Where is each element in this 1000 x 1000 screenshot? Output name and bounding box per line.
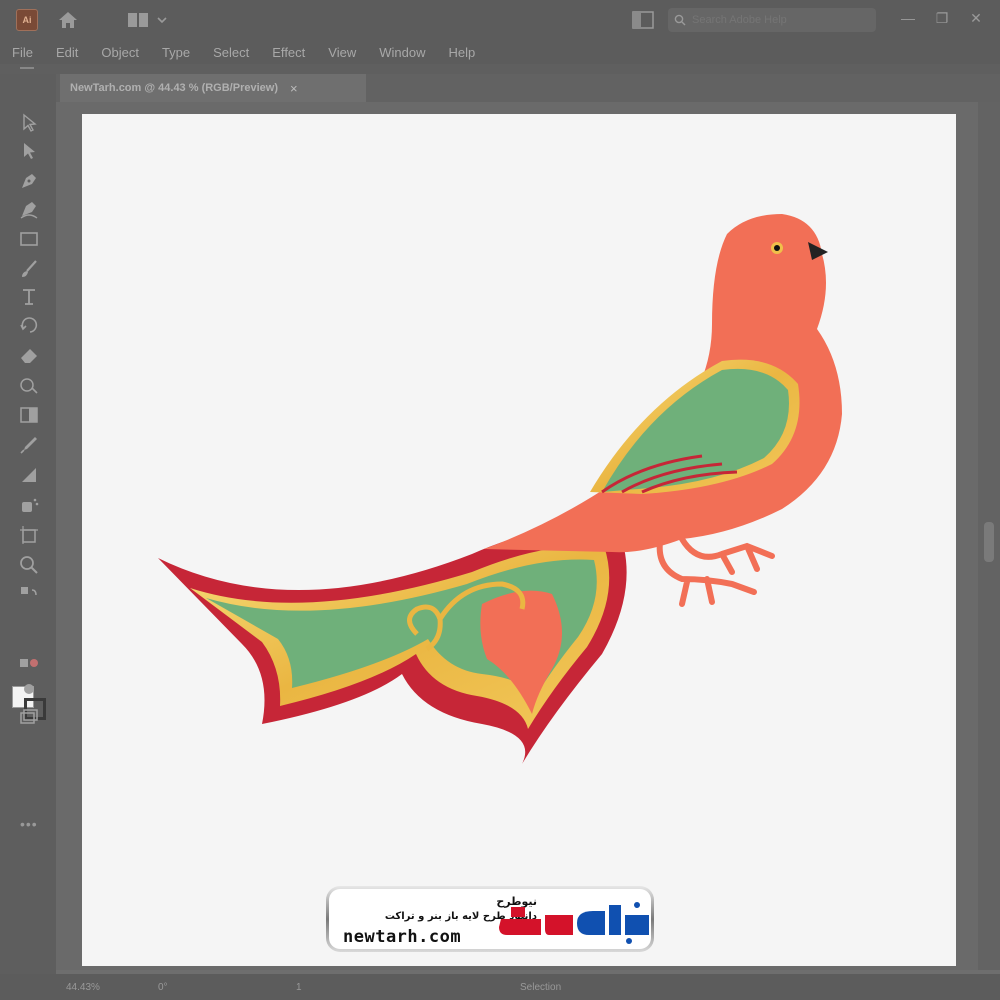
zoom-level[interactable]: 44.43% [66, 980, 100, 994]
chevron-down-icon[interactable] [156, 14, 168, 26]
newtarh-logo [499, 902, 649, 944]
panel-grip[interactable] [20, 67, 34, 69]
title-bar: Ai — ❐ ✕ [0, 0, 1000, 40]
watermark-inner: نیوطرح دانلود طرح لایه باز بنر و تراکت n… [329, 889, 651, 949]
symbol-sprayer-tool-icon[interactable] [18, 494, 40, 516]
canvas-area[interactable] [56, 102, 978, 970]
artboard[interactable] [82, 114, 956, 966]
shape-builder-tool-icon[interactable] [18, 374, 40, 396]
menu-object[interactable]: Object [101, 45, 139, 60]
default-fill-stroke-icon[interactable] [18, 584, 40, 606]
document-tab[interactable]: NewTarh.com @ 44.43 % (RGB/Preview) × [60, 74, 366, 102]
rotate-tool-icon[interactable] [18, 314, 40, 336]
screen-mode-icon[interactable] [18, 706, 40, 728]
eraser-tool-icon[interactable] [18, 344, 40, 366]
eyedropper-tool-icon[interactable] [18, 434, 40, 456]
type-tool-icon[interactable] [18, 286, 40, 308]
menu-bar: File Edit Object Type Select Effect View… [0, 40, 1000, 64]
menu-view[interactable]: View [328, 45, 356, 60]
bird-leg-front [679, 536, 775, 575]
illustrator-window: Ai — ❐ ✕ File Edit Object Type [0, 0, 1000, 1000]
blend-tool-icon[interactable] [18, 464, 40, 486]
current-tool[interactable]: Selection [520, 980, 561, 994]
scrollbar-thumb[interactable] [984, 522, 994, 562]
watermark-domain: newtarh.com [343, 927, 462, 947]
gradient-tool-icon[interactable] [18, 404, 40, 426]
curvature-tool-icon[interactable] [18, 198, 40, 220]
workspace-switcher-icon[interactable] [127, 12, 149, 28]
artboard-tool-icon[interactable] [18, 524, 40, 546]
arrange-documents-icon[interactable] [632, 11, 654, 29]
close-button[interactable]: ✕ [964, 6, 988, 30]
document-tab-title: NewTarh.com @ 44.43 % (RGB/Preview) [70, 82, 278, 94]
menu-effect[interactable]: Effect [272, 45, 305, 60]
rectangle-tool-icon[interactable] [18, 228, 40, 250]
vertical-scrollbar[interactable] [978, 102, 1000, 970]
home-icon[interactable] [56, 8, 80, 32]
status-bar: 44.43% 0° 1 Selection [0, 974, 1000, 1000]
illustrator-logo: Ai [16, 9, 38, 31]
menu-help[interactable]: Help [448, 45, 475, 60]
search-icon [674, 14, 686, 26]
edit-toolbar-button[interactable]: ••• [20, 816, 38, 832]
pen-tool-icon[interactable] [18, 170, 40, 192]
search-input[interactable] [692, 14, 862, 26]
draw-mode-icon[interactable] [18, 678, 40, 700]
zoom-tool-icon[interactable] [18, 554, 40, 576]
minimize-button[interactable]: — [896, 6, 920, 30]
menu-edit[interactable]: Edit [56, 45, 78, 60]
close-tab-icon[interactable]: × [290, 81, 298, 96]
document-tab-strip: NewTarh.com @ 44.43 % (RGB/Preview) × [56, 74, 1000, 102]
rotation-angle[interactable]: 0° [158, 980, 168, 994]
menu-type[interactable]: Type [162, 45, 190, 60]
menu-select[interactable]: Select [213, 45, 249, 60]
control-bar [0, 64, 1000, 74]
bird-illustration[interactable] [82, 114, 956, 966]
selection-tool-icon[interactable] [18, 112, 40, 134]
watermark-badge: نیوطرح دانلود طرح لایه باز بنر و تراکت n… [326, 886, 654, 952]
menu-window[interactable]: Window [379, 45, 425, 60]
direct-selection-tool-icon[interactable] [18, 140, 40, 162]
color-mode-icon[interactable] [18, 652, 40, 674]
paintbrush-tool-icon[interactable] [18, 258, 40, 280]
tools-panel: ••• [0, 74, 56, 974]
restore-button[interactable]: ❐ [930, 6, 954, 30]
search-field[interactable] [668, 8, 876, 32]
bird-pupil [774, 245, 780, 251]
menu-file[interactable]: File [12, 45, 33, 60]
artboard-number[interactable]: 1 [296, 980, 302, 994]
